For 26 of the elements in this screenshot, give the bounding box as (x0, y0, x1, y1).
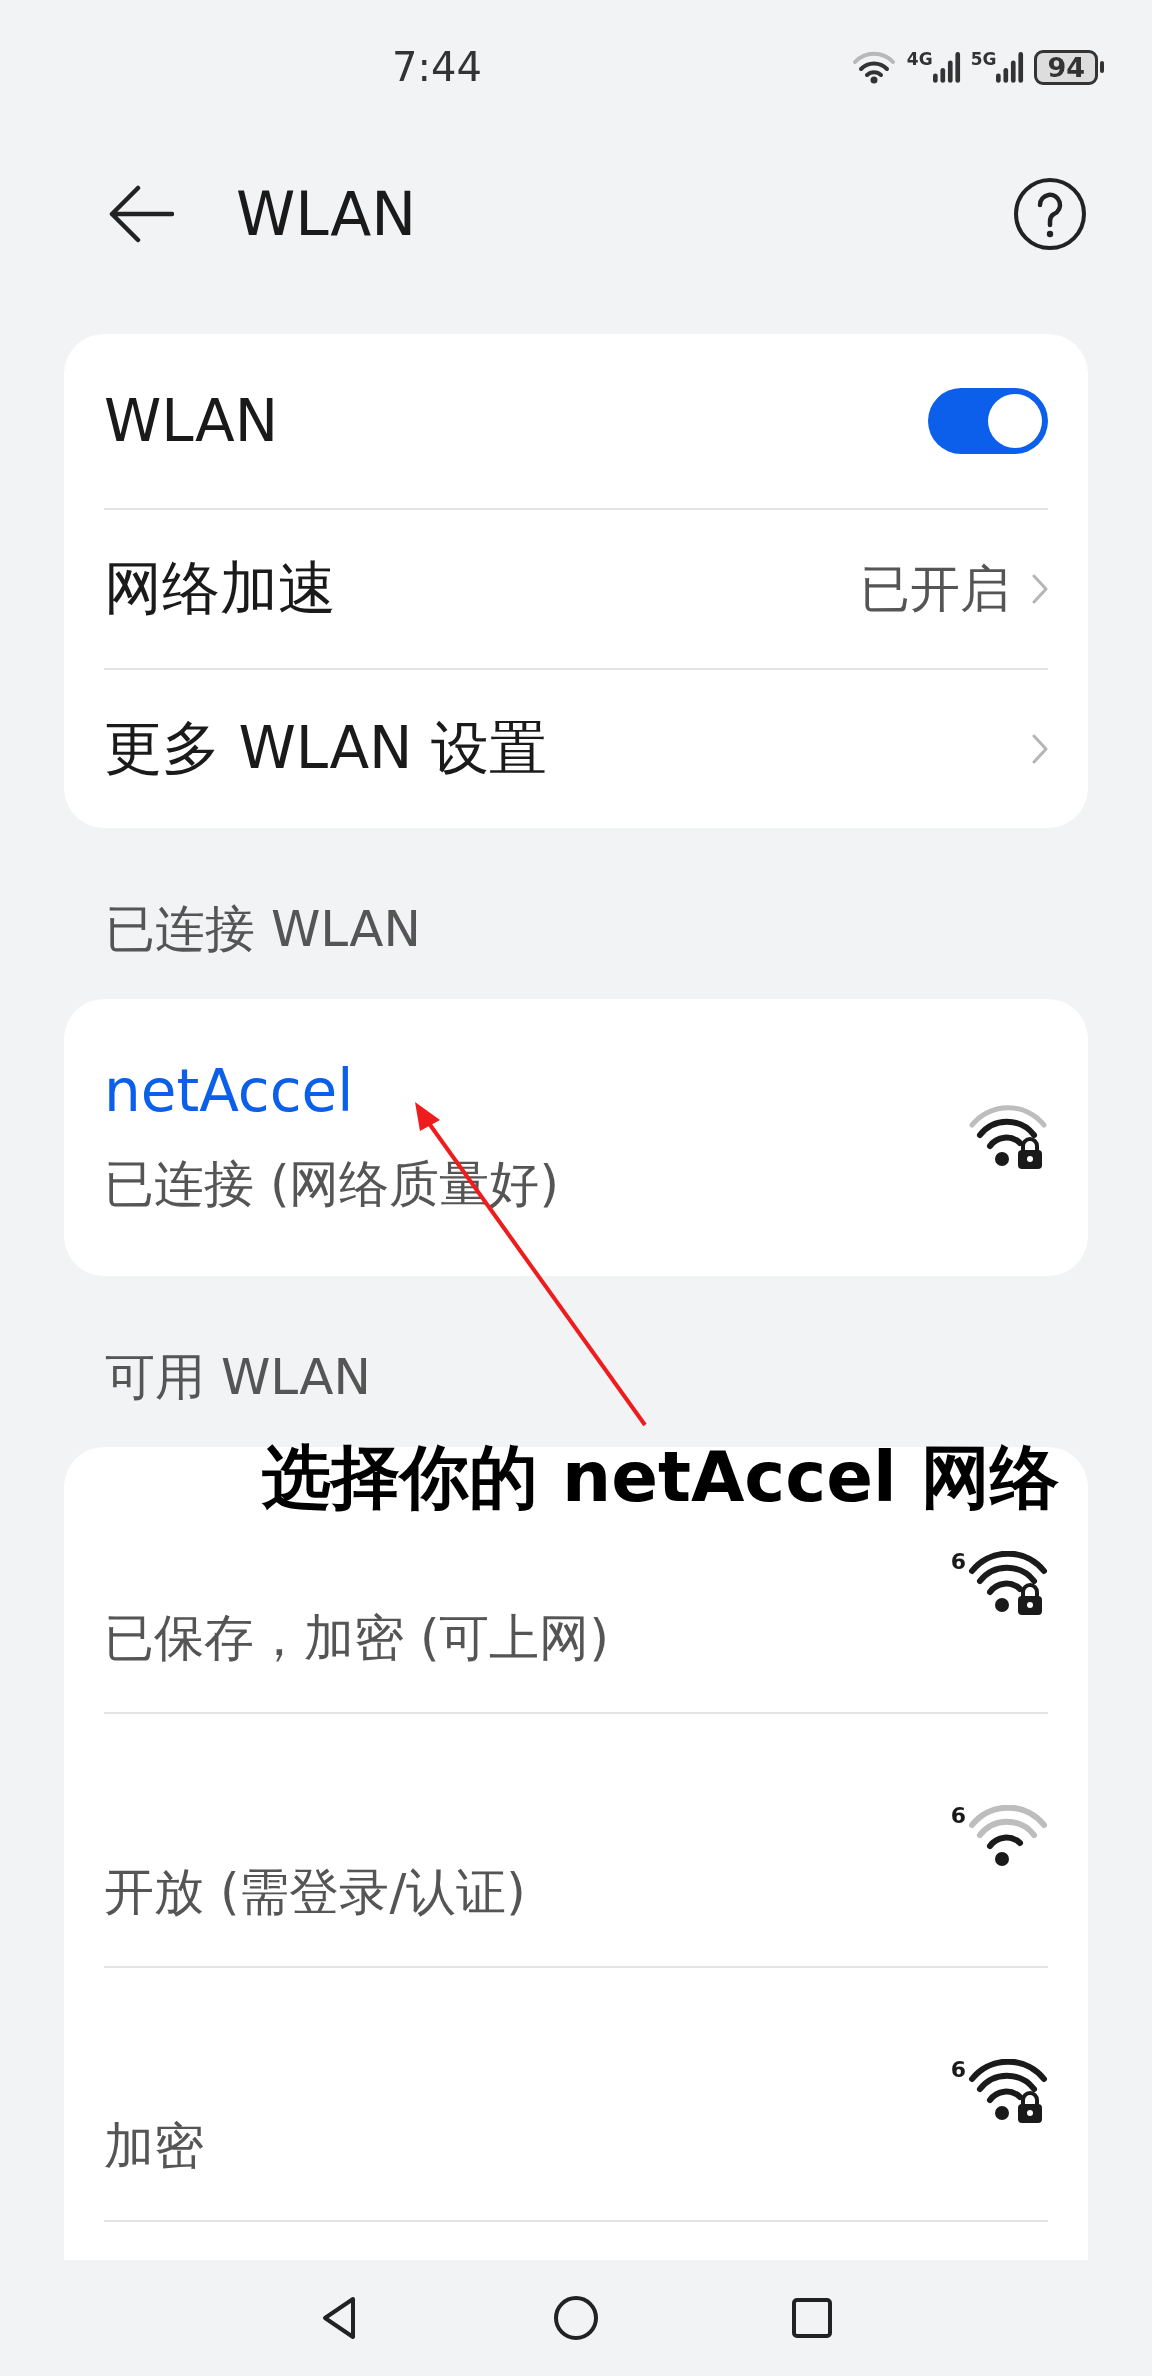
page-title: WLAN (236, 179, 417, 249)
setting-value: 已开启 (860, 558, 1010, 620)
back-icon[interactable] (108, 184, 174, 244)
signal-icon (932, 51, 961, 83)
setting-label: WLAN (104, 387, 279, 455)
wifi-band-label: 6 (950, 1551, 966, 1573)
battery-level: 94 (1034, 49, 1098, 85)
setting-label: 更多 WLAN 设置 (104, 713, 547, 784)
help-icon[interactable] (1012, 176, 1088, 252)
annotation-text: 选择你的 netAccel 网络 (262, 1436, 1059, 1519)
status-time: 7:44 (392, 44, 482, 90)
battery-cap-icon (1100, 61, 1104, 73)
section-heading: 已连接 WLAN (105, 899, 421, 960)
signal-icon (996, 51, 1025, 83)
network-type-label: 5G (970, 51, 997, 68)
setting-label: 网络加速 (104, 553, 336, 624)
network-type-label: 4G (906, 51, 933, 68)
home-nav-icon[interactable] (551, 2293, 601, 2343)
network-status: 开放 (需登录/认证) (104, 1862, 526, 1923)
network-status: 已保存，加密 (可上网) (104, 1608, 609, 1669)
network-status: 加密 (104, 2116, 204, 2177)
wifi-status-icon (850, 50, 897, 84)
wifi-band-label: 6 (950, 2059, 966, 2081)
wifi-band-label: 6 (950, 1805, 966, 1827)
section-heading: 可用 WLAN (105, 1347, 371, 1408)
network-name: netAccel (104, 1057, 355, 1125)
